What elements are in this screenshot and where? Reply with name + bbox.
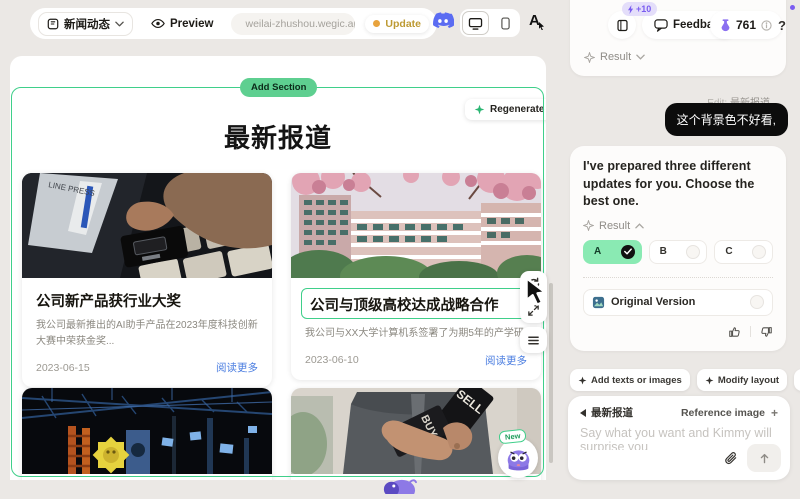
chevron-down-icon (636, 54, 645, 60)
feedback-row (583, 325, 773, 341)
top-toolbar: 新闻动态 Preview weilai-zhushou.wegic.app Up… (30, 8, 437, 39)
section-heading[interactable]: 最新报道 (10, 118, 546, 155)
news-image-campus (291, 173, 541, 278)
radio-icon (750, 295, 764, 309)
chat-composer: 最新报道 Reference image + (568, 396, 790, 480)
paperclip-icon[interactable] (723, 451, 738, 466)
news-card[interactable] (22, 388, 272, 480)
news-excerpt[interactable]: 我公司最新推出的AI助手产品在2023年度科技创新大赛中荣获金奖... (36, 318, 258, 349)
preview-button[interactable]: Preview (143, 15, 221, 33)
radio-icon (686, 245, 700, 259)
text-tool-icon[interactable]: A (529, 12, 540, 29)
regenerate-button[interactable]: Regenerate (465, 99, 546, 120)
element-menu-button[interactable] (520, 327, 547, 353)
site-preview-canvas: Regenerate 最新报道 LINE PRESS (10, 56, 546, 480)
news-image-stage (22, 388, 272, 474)
element-toolbar (520, 271, 547, 323)
update-label: Update (385, 18, 421, 30)
news-date: 2023-06-15 (36, 362, 90, 374)
discord-icon[interactable] (432, 12, 454, 29)
user-message-bubble: 这个背景色不好看, (665, 103, 788, 136)
bonus-credits-badge: +10 (622, 2, 657, 16)
plus-icon: + (771, 406, 778, 420)
update-status-dot (373, 20, 380, 27)
assistant-message-text: I've prepared three different updates fo… (583, 158, 773, 211)
option-c-button[interactable]: C (714, 240, 773, 264)
page-icon (47, 18, 59, 30)
site-url-field[interactable]: weilai-zhushou.wegic.app (231, 13, 355, 35)
radio-icon (752, 245, 766, 259)
news-title[interactable]: 公司与顶级高校达成战略合作 (310, 294, 524, 315)
sparkle-icon (578, 376, 587, 385)
mascot-bubble[interactable] (498, 438, 538, 478)
news-title[interactable]: 公司新产品获行业大奖 (36, 290, 258, 311)
news-image-award: LINE PRESS (22, 173, 272, 278)
assistant-message-card: I've prepared three different updates fo… (570, 146, 786, 351)
add-section-button[interactable]: Add Section (240, 78, 317, 97)
check-icon (621, 245, 635, 259)
bolt-icon (628, 5, 634, 14)
image-icon (592, 296, 605, 309)
canvas-scrollbar[interactable] (549, 283, 553, 463)
thumbs-down-icon[interactable] (759, 325, 773, 339)
result-toggle[interactable]: Result (584, 51, 645, 63)
back-triangle-icon (580, 409, 587, 417)
menu-icon (527, 334, 540, 347)
help-button[interactable]: ? (770, 13, 794, 37)
news-card[interactable]: LINE PRESS 公司新产品获行业大奖 我公司最新推出的AI助手产品在202… (22, 173, 272, 387)
news-card[interactable]: 公司与顶级高校达成战略合作 我公司与XX大学计算机系签署了为期5年的产学研合作协… (291, 173, 541, 380)
divider (750, 326, 751, 337)
ai-sparkle-icon (583, 220, 594, 231)
news-excerpt[interactable]: 我公司与XX大学计算机系签署了为期5年的产学研合作协议... (305, 326, 527, 342)
inline-title-editor[interactable]: 公司与顶级高校达成战略合作 (301, 288, 533, 319)
option-b-button[interactable]: B (649, 240, 708, 264)
original-version-button[interactable]: Original Version (583, 289, 773, 316)
potion-icon (720, 19, 731, 32)
thumbs-up-icon[interactable] (728, 325, 742, 339)
book-icon (616, 19, 629, 32)
device-toggle (460, 9, 520, 37)
add-texts-button[interactable]: Add texts or images (570, 369, 690, 391)
page-selector-dropdown[interactable]: 新闻动态 (38, 12, 133, 36)
ai-sparkle-icon (584, 52, 595, 63)
kimmy-peek-icon[interactable] (381, 477, 417, 494)
eye-icon (151, 18, 165, 29)
chat-bubble-icon (654, 19, 668, 32)
reference-image-button[interactable]: Reference image + (681, 406, 778, 420)
more-actions-button[interactable]: ··· (794, 369, 800, 391)
notification-dot (790, 5, 795, 10)
sparkle-icon (705, 376, 714, 385)
mobile-view-button[interactable] (492, 11, 519, 35)
refresh-icon[interactable] (527, 277, 541, 291)
option-a-button[interactable]: A (583, 240, 642, 264)
news-date: 2023-06-10 (305, 354, 359, 366)
send-button[interactable] (747, 444, 781, 472)
desktop-view-button[interactable] (462, 11, 489, 35)
update-button[interactable]: Update (365, 15, 429, 33)
read-more-link[interactable]: 阅读更多 (216, 360, 258, 375)
composer-context[interactable]: 最新报道 (580, 405, 633, 420)
cursor-caret-icon (538, 22, 545, 30)
regenerate-label: Regenerate (490, 104, 544, 115)
expand-icon[interactable] (527, 304, 540, 317)
update-options: A B C (583, 240, 773, 264)
chevron-up-icon (635, 223, 644, 229)
divider (583, 277, 773, 278)
result-toggle[interactable]: Result (583, 220, 773, 232)
sparkle-icon (474, 104, 485, 115)
page-selector-label: 新闻动态 (64, 16, 110, 32)
credits-count: 761 (736, 18, 756, 32)
modify-layout-button[interactable]: Modify layout (697, 369, 787, 391)
read-more-link[interactable]: 阅读更多 (485, 353, 527, 368)
preview-label: Preview (170, 18, 213, 30)
chevron-down-icon (115, 21, 124, 27)
quick-actions: Add texts or images Modify layout ··· (570, 369, 788, 391)
mascot-icon (505, 445, 532, 472)
